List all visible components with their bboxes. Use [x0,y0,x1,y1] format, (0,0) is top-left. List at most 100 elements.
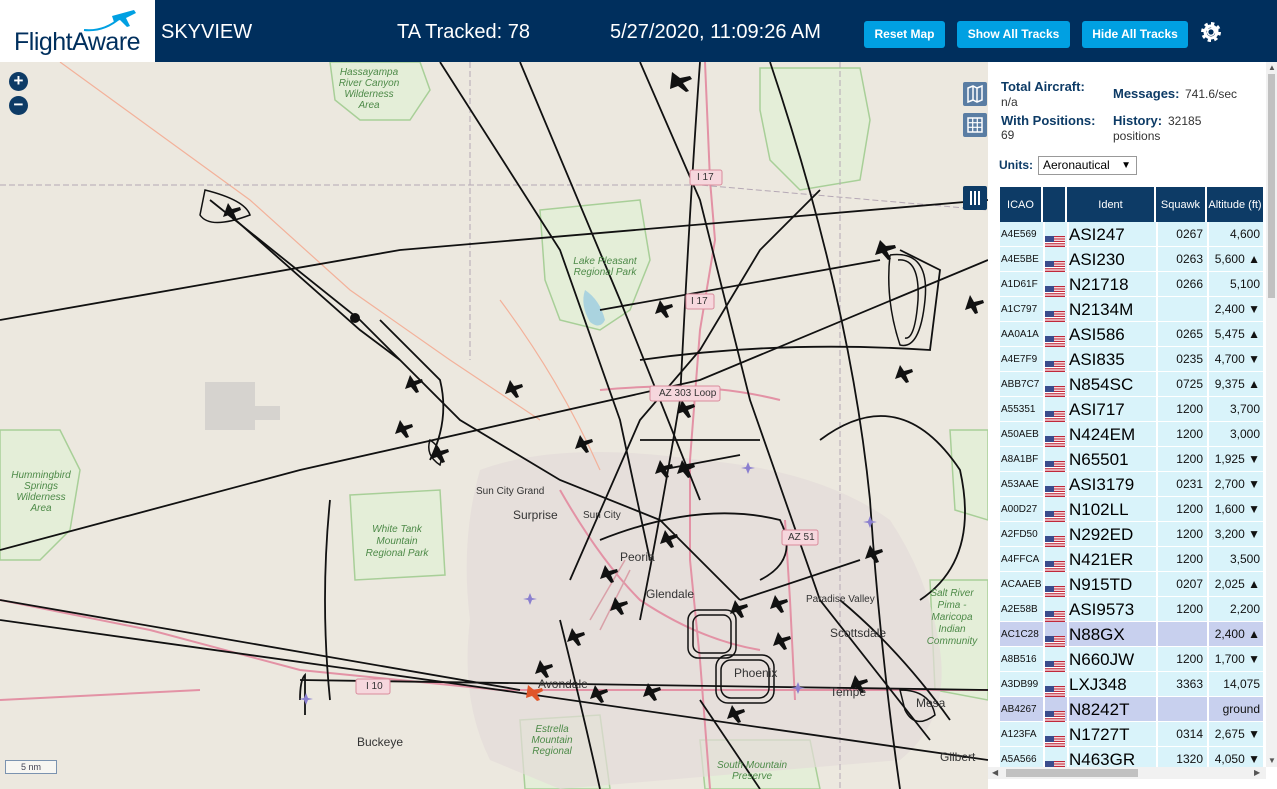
map-grid-button[interactable] [963,113,987,137]
highway-label-az51: AZ 51 [788,532,815,543]
city-label-glendale: Glendale [646,587,695,601]
column-divider [1156,597,1158,622]
city-label-mesa: Mesa [916,696,946,710]
vertical-scrollbar[interactable]: ▲ ▼ [1266,62,1277,767]
park-label-south-mountain: South Mountain Preserve [716,760,788,782]
city-label-surprise: Surprise [513,508,558,522]
flightaware-logo[interactable]: FlightAware [0,0,155,62]
zoom-in-button[interactable]: + [9,72,28,91]
table-row[interactable]: A55351 ASI717 1200 3,700 [1000,397,1263,422]
vertical-scroll-thumb[interactable] [1268,74,1275,298]
table-row[interactable]: A2E58B ASI9573 1200 2,200 [1000,597,1263,622]
table-row[interactable]: A00D27 N102LL 1200 1,600 ▼ [1000,497,1263,522]
squawk-cell: 0725 [1176,377,1203,391]
column-divider [1207,597,1209,622]
us-flag-icon [1045,455,1065,472]
column-divider [1207,522,1209,547]
scroll-up-icon[interactable]: ▲ [1268,63,1276,72]
map-canvas[interactable] [0,62,988,789]
ident-cell: N292ED [1069,525,1134,544]
ident-cell: N915TD [1069,575,1133,594]
map-layers-button[interactable] [963,82,987,106]
column-divider [1043,347,1045,372]
column-divider [1067,472,1069,497]
horizontal-scroll-thumb[interactable] [1006,769,1138,777]
table-row[interactable]: A1C797 N2134M 2,400 ▼ [1000,297,1263,322]
table-row[interactable]: A4E7F9 ASI835 0235 4,700 ▼ [1000,347,1263,372]
column-divider [1156,472,1158,497]
squawk-cell: 1200 [1176,602,1203,616]
table-row[interactable]: A123FA N1727T 0314 2,675 ▼ [1000,722,1263,747]
column-header-ident[interactable]: Ident [1067,187,1156,222]
table-row[interactable]: A1D61F N21718 0266 5,100 [1000,272,1263,297]
squawk-cell: 0266 [1176,277,1203,291]
park-label-white-tank: White Tank Mountain Regional Park [365,524,429,559]
altitude-cell: 5,600 ▲ [1214,252,1260,266]
ident-cell: N424EM [1069,425,1136,444]
column-divider [1207,372,1209,397]
column-toggle-button[interactable] [963,186,987,210]
column-divider [1207,447,1209,472]
gear-icon[interactable] [1199,20,1223,44]
reset-map-button[interactable]: Reset Map [864,21,945,48]
column-divider [1067,522,1069,547]
column-divider [1043,722,1045,747]
table-row[interactable]: A4E5BE ASI230 0263 5,600 ▲ [1000,247,1263,272]
app-title: SKYVIEW [161,21,253,43]
column-divider [1043,247,1045,272]
table-row[interactable]: A3DB99 LXJ348 3363 14,075 ▼ [1000,672,1263,716]
column-header-icao[interactable]: ICAO [1000,187,1043,222]
ident-cell: ASI9573 [1069,600,1135,619]
column-divider [1207,622,1209,647]
scroll-left-icon[interactable]: ◀ [992,768,998,777]
table-row[interactable]: A8A1BF N65501 1200 1,925 ▼ [1000,447,1263,472]
column-header-squawk[interactable]: Squawk [1156,187,1207,222]
table-row[interactable]: A8B516 N660JW 1200 1,700 ▼ [1000,647,1263,672]
table-row[interactable]: A2FD50 N292ED 1200 3,200 ▼ [1000,522,1263,547]
hide-all-tracks-button[interactable]: Hide All Tracks [1082,21,1188,48]
squawk-cell: 1200 [1176,427,1203,441]
table-row[interactable]: ABB7C7 N854SC 0725 9,375 ▲ [1000,372,1263,397]
column-divider [1067,572,1069,597]
us-flag-icon [1045,555,1065,572]
scroll-down-icon[interactable]: ▼ [1268,756,1276,765]
table-row[interactable]: AB4267 N8242T ground [1000,697,1263,722]
table-row[interactable]: AC1C28 N88GX 2,400 ▲ [1000,622,1263,647]
ident-cell: ASI586 [1069,325,1125,344]
map-view[interactable]: Hassayampa River Canyon Wilderness Area … [0,62,988,789]
table-row[interactable]: A50AEB N424EM 1200 3,000 [1000,422,1263,447]
column-divider [1156,497,1158,522]
column-divider [1207,572,1209,597]
column-divider [1067,397,1069,422]
park-label-hummingbird: Hummingbird Springs Wilderness Area [11,470,71,514]
squawk-cell: 0235 [1176,352,1203,366]
tracked-count: TA Tracked: 78 [397,21,531,43]
map-scale: 5 nm [5,760,57,774]
messages-value: 741.6/sec [1185,87,1238,101]
aircraft-panel: Total Aircraft: n/a With Positions: 69 M… [988,62,1277,789]
units-select[interactable]: Aeronautical ▼ [1038,156,1137,175]
us-flag-icon [1045,330,1065,347]
us-flag-icon [1045,230,1065,247]
altitude-cell: 3,000 [1229,427,1260,441]
table-row[interactable]: A4FFCA N421ER 1200 3,500 [1000,547,1263,572]
table-row[interactable]: A53AAE ASI3179 0231 2,700 ▼ [1000,472,1263,497]
messages-label: Messages: [1113,86,1180,101]
zoom-out-button[interactable]: − [9,96,28,115]
column-divider [1067,697,1069,722]
table-row[interactable]: A4E569 ASI247 0267 4,600 [1000,222,1263,247]
ident-cell: N21718 [1069,275,1129,294]
table-row[interactable]: AA0A1A ASI586 0265 5,475 ▲ [1000,322,1263,347]
show-all-tracks-button[interactable]: Show All Tracks [957,21,1070,48]
scroll-right-icon[interactable]: ▶ [1254,768,1260,777]
units-selected-value: Aeronautical [1043,158,1110,172]
squawk-cell: 0207 [1176,577,1203,591]
table-row[interactable]: ACAAEB N915TD 0207 2,025 ▲ [1000,572,1263,597]
horizontal-scrollbar[interactable]: ◀ ▶ [988,767,1266,779]
ident-cell: N421ER [1069,550,1134,569]
altitude-cell: 3,700 [1229,402,1260,416]
column-header-altitude[interactable]: Altitude (ft) [1207,187,1263,222]
highway-label-i10: I 10 [366,681,383,692]
grid-icon [967,117,983,133]
total-aircraft-value: n/a [1001,95,1018,109]
